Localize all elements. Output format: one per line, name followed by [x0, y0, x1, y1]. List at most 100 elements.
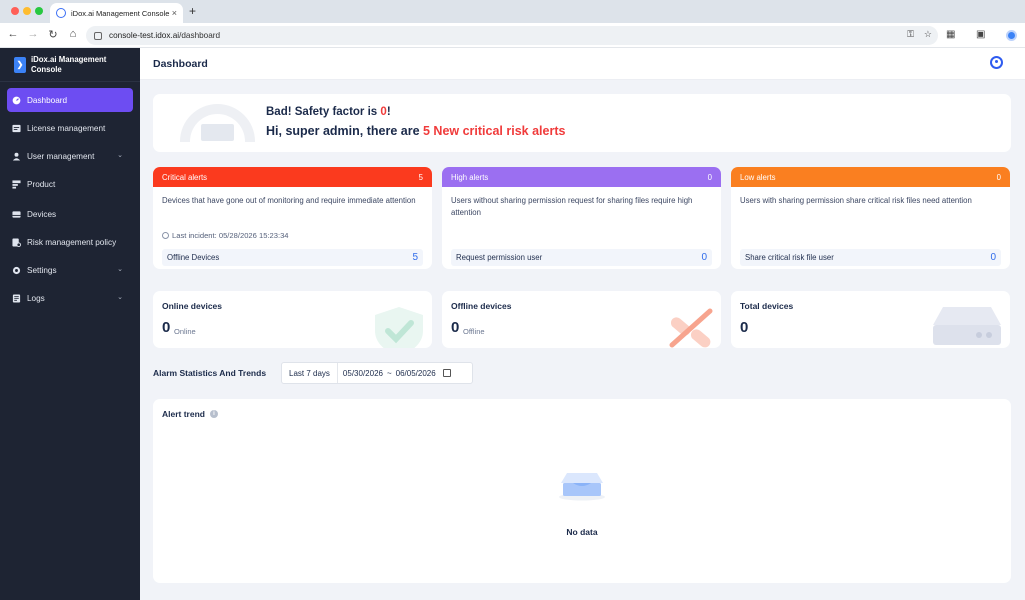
- alert-card-title: High alerts: [451, 172, 489, 182]
- server-drive-icon: [933, 307, 1001, 345]
- device-card-title: Offline devices: [451, 301, 512, 311]
- alert-footer-value[interactable]: 0: [990, 252, 996, 263]
- device-card-value: 0: [162, 319, 171, 336]
- alert-footer-value[interactable]: 5: [412, 252, 418, 263]
- total-devices-card[interactable]: Total devices 0: [731, 291, 1010, 348]
- sidebar-item-risk-management-policy[interactable]: Risk management policy: [7, 230, 133, 254]
- alert-trend-card: Alert trend i No data: [153, 399, 1011, 583]
- main-content: Dashboard Bad! Safety factor is 0! Hi, s…: [140, 48, 1025, 600]
- alert-card-title: Critical alerts: [162, 172, 208, 182]
- sidebar-item-user-management[interactable]: User management ⌄: [7, 144, 133, 168]
- devices-icon: [12, 210, 21, 219]
- users-icon: [12, 152, 21, 161]
- sidebar-item-license-management[interactable]: License management: [7, 116, 133, 140]
- range-separator: ~: [386, 368, 392, 378]
- high-alerts-card[interactable]: High alerts 0 Users without sharing perm…: [442, 167, 721, 269]
- alert-footer-label: Offline Devices: [167, 253, 220, 262]
- info-icon[interactable]: i: [209, 410, 218, 418]
- safety-greeting: Hi, super admin, there are 5 New critica…: [266, 124, 565, 138]
- bookmark-star-icon[interactable]: ☆: [924, 29, 932, 40]
- favicon-icon: [56, 8, 66, 18]
- low-alerts-card[interactable]: Low alerts 0 Users with sharing permissi…: [731, 167, 1010, 269]
- alert-card-footer[interactable]: Request permission user 0: [451, 249, 712, 266]
- tab-title: iDox.ai Management Console: [71, 8, 170, 18]
- critical-alert-count: 5 New critical risk alerts: [423, 124, 566, 138]
- sidebar-item-label: Dashboard: [27, 95, 68, 105]
- gear-icon: [12, 266, 21, 275]
- sidebar-item-devices[interactable]: Devices: [7, 202, 133, 226]
- alert-card-footer[interactable]: Share critical risk file user 0: [740, 249, 1001, 266]
- new-tab-button[interactable]: +: [189, 4, 196, 18]
- empty-inbox-icon: [559, 473, 605, 501]
- sidebar-item-label: Risk management policy: [27, 237, 117, 247]
- close-window-button[interactable]: [11, 7, 19, 15]
- sidebar-item-label: License management: [27, 123, 106, 133]
- sidebar-item-settings[interactable]: Settings ⌄: [7, 258, 133, 282]
- logo-icon: ❯: [14, 56, 26, 73]
- offline-devices-card[interactable]: Offline devices 0 Offline: [442, 291, 721, 348]
- sidebar-item-label: Settings: [27, 265, 57, 275]
- date-range-picker[interactable]: Last 7 days 05/30/2026 ~ 06/05/2026: [281, 362, 473, 384]
- minimize-window-button[interactable]: [23, 7, 31, 15]
- address-bar[interactable]: console-test.idox.ai/dashboard ⚿ ☆: [86, 26, 938, 45]
- alarm-stats-title: Alarm Statistics And Trends: [153, 368, 267, 378]
- back-icon[interactable]: ←: [6, 28, 20, 40]
- sidebar-item-product[interactable]: Product: [7, 172, 133, 196]
- tab-close-icon[interactable]: ×: [172, 8, 177, 18]
- extensions-icon[interactable]: ▦: [946, 29, 955, 40]
- user-avatar-icon[interactable]: [990, 56, 1003, 69]
- sidebar-item-dashboard[interactable]: Dashboard: [7, 88, 133, 112]
- sidebar-item-logs[interactable]: Logs ⌄: [7, 286, 133, 310]
- alert-card-footer[interactable]: Offline Devices 5: [162, 249, 423, 266]
- alert-card-header: High alerts 0: [442, 167, 721, 187]
- chevron-down-icon: ⌄: [117, 294, 123, 301]
- sidepanel-icon[interactable]: ▣: [976, 29, 985, 40]
- password-key-icon[interactable]: ⚿: [907, 29, 914, 40]
- site-info-icon[interactable]: [94, 31, 102, 40]
- browser-toolbar: ← → ↻ ⌂ console-test.idox.ai/dashboard ⚿…: [0, 23, 1025, 48]
- last-incident: Last incident: 05/28/2026 15:23:34: [162, 231, 289, 240]
- range-dates[interactable]: 05/30/2026 ~ 06/05/2026: [338, 369, 451, 378]
- gauge-value-box: [201, 124, 234, 141]
- forward-icon[interactable]: →: [26, 28, 40, 40]
- alert-footer-value[interactable]: 0: [701, 252, 707, 263]
- range-preset-select[interactable]: Last 7 days: [282, 363, 338, 383]
- sidebar-item-label: User management: [27, 151, 95, 161]
- safety-status: Bad! Safety factor is 0!: [266, 106, 391, 118]
- reload-icon[interactable]: ↻: [46, 28, 60, 41]
- device-card-value: 0: [740, 319, 749, 336]
- range-start-date[interactable]: 05/30/2026: [343, 369, 383, 378]
- sidebar-nav: Dashboard License management User manage…: [0, 82, 140, 310]
- safety-prefix: Bad! Safety factor is: [266, 106, 381, 118]
- gauge-icon: [12, 96, 21, 105]
- url-host: console-test.idox.ai: [109, 31, 180, 40]
- calendar-icon[interactable]: [442, 369, 451, 377]
- sidebar-item-label: Product: [27, 179, 56, 189]
- no-data-text: No data: [566, 527, 598, 537]
- product-icon: [12, 179, 21, 189]
- online-devices-card[interactable]: Online devices 0 Online: [153, 291, 432, 348]
- chevron-down-icon: ⌄: [117, 266, 123, 273]
- brand[interactable]: ❯ iDox.ai Management Console: [0, 48, 140, 82]
- alert-card-count: 5: [418, 172, 423, 182]
- browser-profile-icon[interactable]: [1006, 30, 1017, 41]
- device-card-title: Online devices: [162, 301, 222, 311]
- range-end-date[interactable]: 06/05/2026: [396, 369, 436, 378]
- maximize-window-button[interactable]: [35, 7, 43, 15]
- greeting-text: Hi, super admin, there are: [266, 124, 423, 138]
- disconnected-plug-icon: [669, 308, 713, 348]
- trend-title-text: Alert trend: [162, 409, 205, 419]
- url-path: /dashboard: [179, 31, 221, 40]
- page-title: Dashboard: [153, 57, 208, 70]
- home-icon[interactable]: ⌂: [66, 28, 80, 40]
- alert-card-count: 0: [996, 172, 1001, 182]
- browser-tab[interactable]: iDox.ai Management Console ×: [50, 3, 183, 23]
- logs-icon: [12, 293, 21, 303]
- critical-alerts-card[interactable]: Critical alerts 5 Devices that have gone…: [153, 167, 432, 269]
- safety-suffix: !: [386, 106, 391, 118]
- chevron-down-icon: ⌄: [117, 152, 123, 159]
- alert-card-count: 0: [707, 172, 712, 182]
- alert-trend-title: Alert trend i: [162, 409, 218, 419]
- alert-card-description: Users without sharing permission request…: [451, 196, 693, 217]
- sidebar-item-label: Devices: [27, 209, 57, 219]
